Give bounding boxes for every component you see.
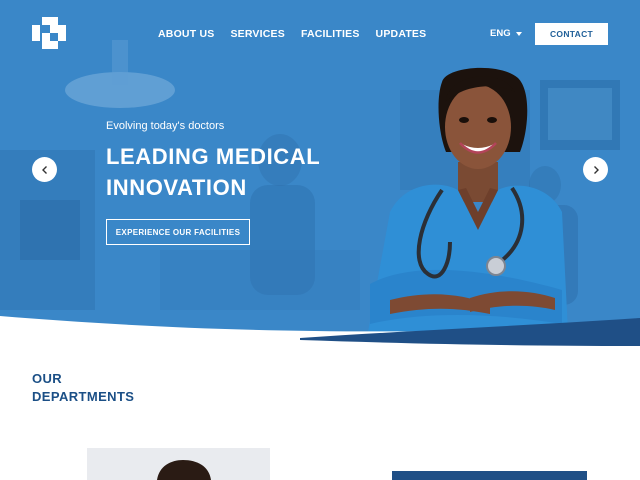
main-nav: ABOUT US SERVICES FACILITIES UPDATES (158, 28, 426, 40)
departments-heading-line2: DEPARTMENTS (32, 389, 135, 404)
nav-facilities[interactable]: FACILITIES (301, 28, 360, 40)
hero-headline-line2: INNOVATION (106, 175, 247, 200)
departments-heading: OUR DEPARTMENTS (32, 370, 134, 406)
department-photo (87, 448, 270, 480)
hero-headline-line1: LEADING MEDICAL (106, 144, 321, 169)
caret-down-icon (515, 32, 522, 36)
language-selector[interactable]: ENG (490, 28, 522, 39)
departments-heading-line1: OUR (32, 371, 63, 386)
department-tab[interactable] (392, 471, 587, 480)
medical-cross-logo-icon[interactable] (32, 17, 68, 51)
hero-tagline: Evolving today's doctors (106, 120, 225, 132)
chevron-right-icon (593, 165, 599, 174)
carousel-prev-button[interactable] (32, 157, 57, 182)
language-label: ENG (490, 28, 511, 39)
chevron-left-icon (41, 165, 47, 174)
contact-button[interactable]: CONTACT (535, 23, 608, 45)
nav-about-us[interactable]: ABOUT US (158, 28, 214, 40)
experience-facilities-button[interactable]: EXPERIENCE OUR FACILITIES (106, 219, 250, 245)
nav-services[interactable]: SERVICES (230, 28, 285, 40)
nav-updates[interactable]: UPDATES (376, 28, 427, 40)
department-photo-image (87, 448, 270, 480)
hero-section: ABOUT US SERVICES FACILITIES UPDATES ENG… (0, 0, 640, 352)
carousel-next-button[interactable] (583, 157, 608, 182)
hero-headline: LEADING MEDICAL INNOVATION (106, 141, 320, 203)
